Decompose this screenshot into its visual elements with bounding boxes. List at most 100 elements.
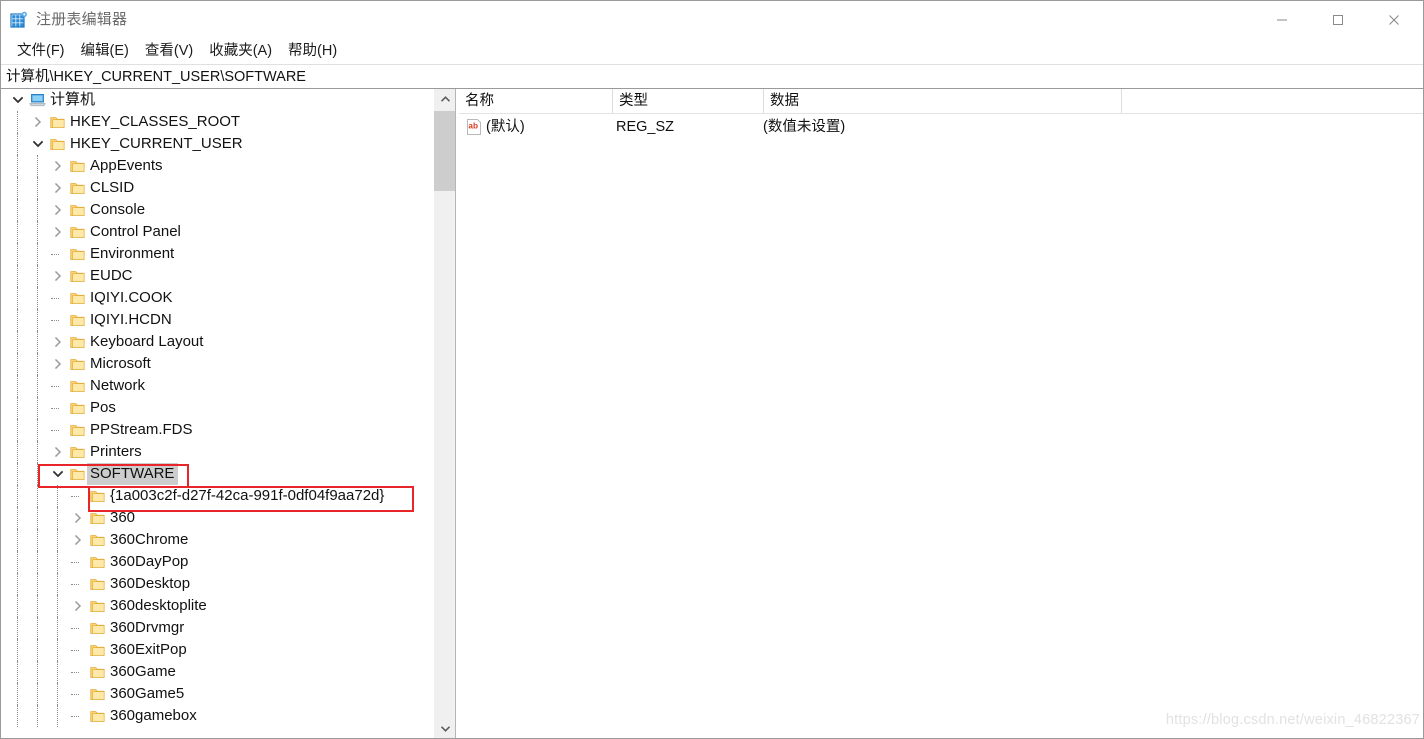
tree-item-label: Control Panel [87, 221, 185, 243]
column-data[interactable]: 数据 [763, 89, 1121, 113]
tree-guide-line [37, 287, 39, 309]
chevron-right-icon[interactable] [48, 221, 68, 243]
tree-guide-line [37, 353, 39, 375]
tree-item[interactable]: 360Desktop [0, 573, 433, 595]
tree-item[interactable]: 360gamebox [0, 705, 433, 727]
tree-item[interactable]: Control Panel [0, 221, 433, 243]
tree-item[interactable]: Network [0, 375, 433, 397]
registry-editor-window: 注册表编辑器 文件(F)编辑(E)查看(V)收藏夹(A)帮助(H) [0, 0, 1424, 739]
maximize-button[interactable] [1310, 2, 1366, 38]
tree-indent-spacer [0, 133, 28, 155]
tree-item[interactable]: 计算机 [0, 89, 433, 111]
tree-guide-line [17, 177, 19, 199]
folder-icon [68, 309, 87, 331]
chevron-right-icon[interactable] [48, 199, 68, 221]
scroll-down-icon[interactable] [434, 718, 455, 738]
tree-guide-line [37, 485, 39, 507]
close-button[interactable] [1366, 2, 1422, 38]
main-content: 计算机HKEY_CLASSES_ROOTHKEY_CURRENT_USERApp… [0, 89, 1424, 738]
tree-item[interactable]: Printers [0, 441, 433, 463]
tree-guide-line [37, 331, 39, 353]
window-controls [1254, 2, 1422, 38]
tree-guide-line [17, 397, 19, 419]
chevron-down-icon[interactable] [48, 463, 68, 485]
tree-guide-line [57, 485, 59, 507]
chevron-right-icon[interactable] [48, 177, 68, 199]
menu-favorites[interactable]: 收藏夹(A) [201, 40, 280, 62]
tree-indent-spacer [0, 265, 48, 287]
chevron-right-icon[interactable] [68, 529, 88, 551]
menu-help[interactable]: 帮助(H) [280, 40, 345, 62]
tree-item[interactable]: PPStream.FDS [0, 419, 433, 441]
value-row[interactable]: ab(默认)REG_SZ(数值未设置) [459, 114, 1424, 140]
folder-icon [88, 485, 107, 507]
folder-icon [88, 551, 107, 573]
tree-item[interactable]: 360DayPop [0, 551, 433, 573]
chevron-right-icon[interactable] [28, 111, 48, 133]
menu-file[interactable]: 文件(F) [9, 40, 73, 62]
tree-indent-spacer [0, 353, 48, 375]
tree-item[interactable]: Console [0, 199, 433, 221]
tree-item[interactable]: 360Chrome [0, 529, 433, 551]
chevron-right-icon[interactable] [48, 353, 68, 375]
tree-item[interactable]: Microsoft [0, 353, 433, 375]
tree-scrollbar-thumb[interactable] [434, 111, 455, 191]
chevron-down-icon[interactable] [8, 89, 28, 111]
chevron-right-icon[interactable] [48, 265, 68, 287]
chevron-down-icon[interactable] [28, 133, 48, 155]
tree-item[interactable]: IQIYI.HCDN [0, 309, 433, 331]
tree-item[interactable]: 360Drvmgr [0, 617, 433, 639]
tree-item-label: Microsoft [87, 353, 155, 375]
tree-item-label: 360Drvmgr [107, 617, 188, 639]
address-bar[interactable]: 计算机\HKEY_CURRENT_USER\SOFTWARE [0, 64, 1424, 89]
tree-vertical-scrollbar[interactable] [433, 89, 455, 738]
scroll-up-icon[interactable] [434, 89, 455, 109]
tree-item[interactable]: 360ExitPop [0, 639, 433, 661]
tree-guide-line [17, 133, 19, 155]
tree-guide-tick [51, 254, 59, 256]
tree-item-label: 计算机 [47, 89, 99, 111]
tree-item[interactable]: Pos [0, 397, 433, 419]
tree-guide-line [17, 199, 19, 221]
folder-icon [88, 507, 107, 529]
menu-view[interactable]: 查看(V) [137, 40, 201, 62]
column-type[interactable]: 类型 [612, 89, 763, 113]
registry-path: 计算机\HKEY_CURRENT_USER\SOFTWARE [0, 67, 306, 87]
tree-item[interactable]: Keyboard Layout [0, 331, 433, 353]
chevron-right-icon[interactable] [68, 595, 88, 617]
column-name[interactable]: 名称 [459, 89, 612, 113]
tree-item[interactable]: Environment [0, 243, 433, 265]
tree-item[interactable]: SOFTWARE [0, 463, 433, 485]
value-type: REG_SZ [616, 114, 761, 140]
tree-indent-spacer [0, 155, 48, 177]
value-name: (默认) [486, 114, 616, 140]
tree-item[interactable]: EUDC [0, 265, 433, 287]
chevron-right-icon[interactable] [68, 507, 88, 529]
tree-item[interactable]: 360desktoplite [0, 595, 433, 617]
tree-item[interactable]: 360 [0, 507, 433, 529]
chevron-right-icon[interactable] [48, 441, 68, 463]
tree-item-label: Console [87, 199, 149, 221]
tree-guide-tick [71, 496, 79, 498]
chevron-right-icon[interactable] [48, 155, 68, 177]
tree-indent-spacer [0, 375, 48, 397]
chevron-right-icon[interactable] [48, 331, 68, 353]
tree-guide-line [37, 529, 39, 551]
tree-item[interactable]: AppEvents [0, 155, 433, 177]
tree-guide-line [57, 529, 59, 551]
tree-item[interactable]: 360Game5 [0, 683, 433, 705]
tree-item[interactable]: 360Game [0, 661, 433, 683]
registry-editor-icon [10, 11, 28, 29]
tree-item[interactable]: {1a003c2f-d27f-42ca-991f-0df04f9aa72d} [0, 485, 433, 507]
tree-item[interactable]: CLSID [0, 177, 433, 199]
folder-icon [48, 133, 67, 155]
tree-guide-tick [51, 320, 59, 322]
tree-item[interactable]: IQIYI.COOK [0, 287, 433, 309]
menu-edit[interactable]: 编辑(E) [73, 40, 137, 62]
tree-item[interactable]: HKEY_CLASSES_ROOT [0, 111, 433, 133]
tree-guide-line [17, 661, 19, 683]
tree-item-label: Printers [87, 441, 146, 463]
minimize-button[interactable] [1254, 2, 1310, 38]
tree-item[interactable]: HKEY_CURRENT_USER [0, 133, 433, 155]
tree-guide-line [37, 507, 39, 529]
